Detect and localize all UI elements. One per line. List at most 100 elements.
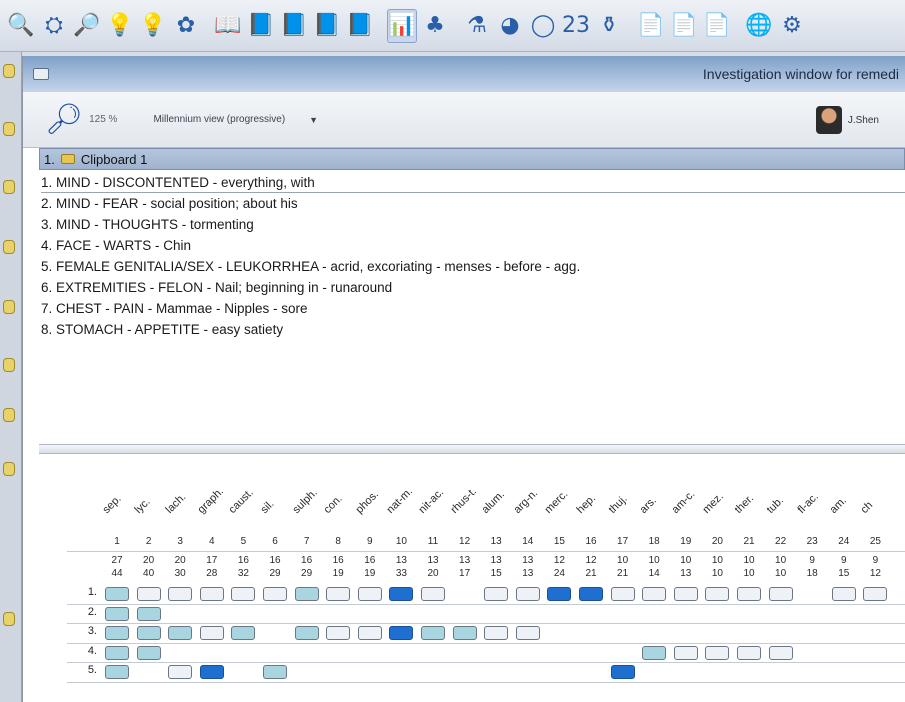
zoom-magnifier-icon[interactable]: 🔎︎ (45, 102, 83, 137)
cap-icon[interactable]: ◕ (495, 9, 525, 43)
grade-cell[interactable] (673, 587, 698, 601)
page-icon[interactable]: 📄 (636, 9, 666, 43)
grade-cell[interactable] (136, 606, 161, 621)
remedy-name[interactable]: am-c. (669, 488, 697, 516)
grade-cell[interactable] (579, 587, 603, 601)
panel-toggle-icon[interactable] (3, 408, 15, 422)
grade-cell[interactable] (199, 665, 224, 679)
page-icon[interactable]: 📄 (702, 9, 732, 43)
grade-cell[interactable] (642, 645, 667, 660)
grade-cell[interactable] (105, 665, 129, 679)
panel-toggle-icon[interactable] (3, 240, 15, 254)
rubric-item[interactable]: 2. MIND - FEAR - social position; about … (41, 193, 905, 214)
remedy-name[interactable]: sulph. (290, 487, 319, 516)
clipboard-header[interactable]: 1. Clipboard 1 (39, 148, 905, 170)
remedy-name[interactable]: caust. (227, 487, 256, 516)
grade-cell[interactable] (294, 587, 319, 601)
grade-cell[interactable] (389, 587, 414, 601)
grade-cell[interactable] (136, 645, 161, 660)
grade-cell[interactable] (547, 587, 572, 601)
flask-icon[interactable]: ⚗ (462, 9, 492, 43)
grade-cell[interactable] (105, 645, 129, 660)
gear-icon[interactable]: ⚙ (777, 9, 807, 43)
grade-cell[interactable] (199, 626, 224, 640)
grade-cell[interactable] (357, 626, 382, 640)
remedy-name[interactable]: fl-ac. (796, 491, 821, 516)
remedy-name[interactable]: lach. (164, 491, 189, 516)
panel-toggle-icon[interactable] (3, 300, 15, 314)
grade-cell[interactable] (326, 626, 351, 640)
remedy-name[interactable]: nit-ac. (417, 486, 447, 516)
globe-icon[interactable]: 🌐 (744, 9, 774, 43)
grade-cell[interactable] (642, 587, 667, 601)
grade-cell[interactable] (515, 587, 540, 601)
grade-cell[interactable] (294, 626, 319, 640)
remedy-name[interactable]: ars. (638, 495, 659, 516)
grade-cell[interactable] (105, 587, 129, 601)
leaf-icon[interactable]: ✿ (171, 9, 201, 43)
remedy-name[interactable]: sil. (259, 498, 277, 516)
remedy-name[interactable]: lyc. (132, 496, 152, 516)
panel-toggle-icon[interactable] (3, 122, 15, 136)
bulb-question-icon[interactable]: 💡 (138, 9, 168, 43)
grade-cell[interactable] (263, 587, 287, 601)
book-open-icon[interactable]: 📖 (213, 9, 243, 43)
panel-toggle-icon[interactable] (3, 612, 15, 626)
book-icon[interactable]: 📘 (246, 9, 276, 43)
remedy-name[interactable]: am. (827, 495, 848, 516)
page-icon[interactable]: 📄 (669, 9, 699, 43)
search-icon[interactable]: 🔎 (72, 9, 102, 43)
glasses-icon[interactable]: ⛭ (39, 9, 69, 43)
grade-cell[interactable] (768, 645, 793, 660)
remedy-name[interactable]: rhus-t. (448, 485, 479, 516)
remedy-name[interactable]: ther. (733, 492, 757, 516)
grade-cell[interactable] (389, 626, 414, 640)
rubric-item[interactable]: 7. CHEST - PAIN - Mammae - Nipples - sor… (41, 298, 905, 319)
panel-toggle-icon[interactable] (3, 64, 15, 78)
book-icon[interactable]: 📘 (279, 9, 309, 43)
remedy-name[interactable]: hep. (575, 492, 599, 516)
grade-cell[interactable] (737, 645, 761, 660)
grade-cell[interactable] (705, 645, 730, 660)
chevron-down-icon[interactable]: ▼ (309, 115, 318, 125)
grade-cell[interactable] (484, 587, 509, 601)
panel-toggle-icon[interactable] (3, 462, 15, 476)
grade-cell[interactable] (673, 645, 698, 660)
remedy-name[interactable]: thuj. (606, 493, 629, 516)
grade-cell[interactable] (231, 626, 256, 640)
grade-cell[interactable] (768, 587, 793, 601)
remedy-name[interactable]: con. (322, 493, 345, 516)
remedy-name[interactable]: sep. (101, 493, 124, 516)
grade-cell[interactable] (515, 626, 540, 640)
grade-cell[interactable] (705, 587, 730, 601)
grade-cell[interactable] (421, 587, 445, 601)
number-icon[interactable]: 23 (561, 9, 591, 43)
panel-toggle-icon[interactable] (3, 180, 15, 194)
grade-cell[interactable] (610, 665, 635, 679)
book-icon[interactable]: 📘 (312, 9, 342, 43)
grade-cell[interactable] (136, 626, 161, 640)
zoom-level[interactable]: 125 % (89, 114, 117, 125)
grade-cell[interactable] (168, 626, 193, 640)
rubric-item[interactable]: 4. FACE - WARTS - Chin (41, 235, 905, 256)
grade-cell[interactable] (105, 606, 129, 621)
grade-cell[interactable] (863, 587, 888, 601)
grade-cell[interactable] (231, 587, 256, 601)
remedy-name[interactable]: phos. (353, 488, 381, 516)
grade-cell[interactable] (326, 587, 351, 601)
bulb-icon[interactable]: 💡 (105, 9, 135, 43)
vial-icon[interactable]: ⚱ (594, 9, 624, 43)
remedy-name[interactable]: mez. (701, 491, 726, 516)
grade-cell[interactable] (357, 587, 382, 601)
grade-cell[interactable] (737, 587, 761, 601)
remedy-name[interactable]: graph. (195, 485, 226, 516)
grade-cell[interactable] (105, 626, 129, 640)
rubric-item[interactable]: 6. EXTREMITIES - FELON - Nail; beginning… (41, 277, 905, 298)
remedy-name[interactable]: nat-m. (385, 485, 416, 516)
rubric-item[interactable]: 8. STOMACH - APPETITE - easy satiety (41, 319, 905, 340)
binoculars-icon[interactable]: 🔍 (6, 9, 36, 43)
analysis-icon[interactable]: 📊 (387, 8, 417, 43)
panel-toggle-icon[interactable] (3, 358, 15, 372)
view-select[interactable]: Millennium view (progressive) (153, 114, 285, 125)
grade-cell[interactable] (421, 626, 445, 640)
